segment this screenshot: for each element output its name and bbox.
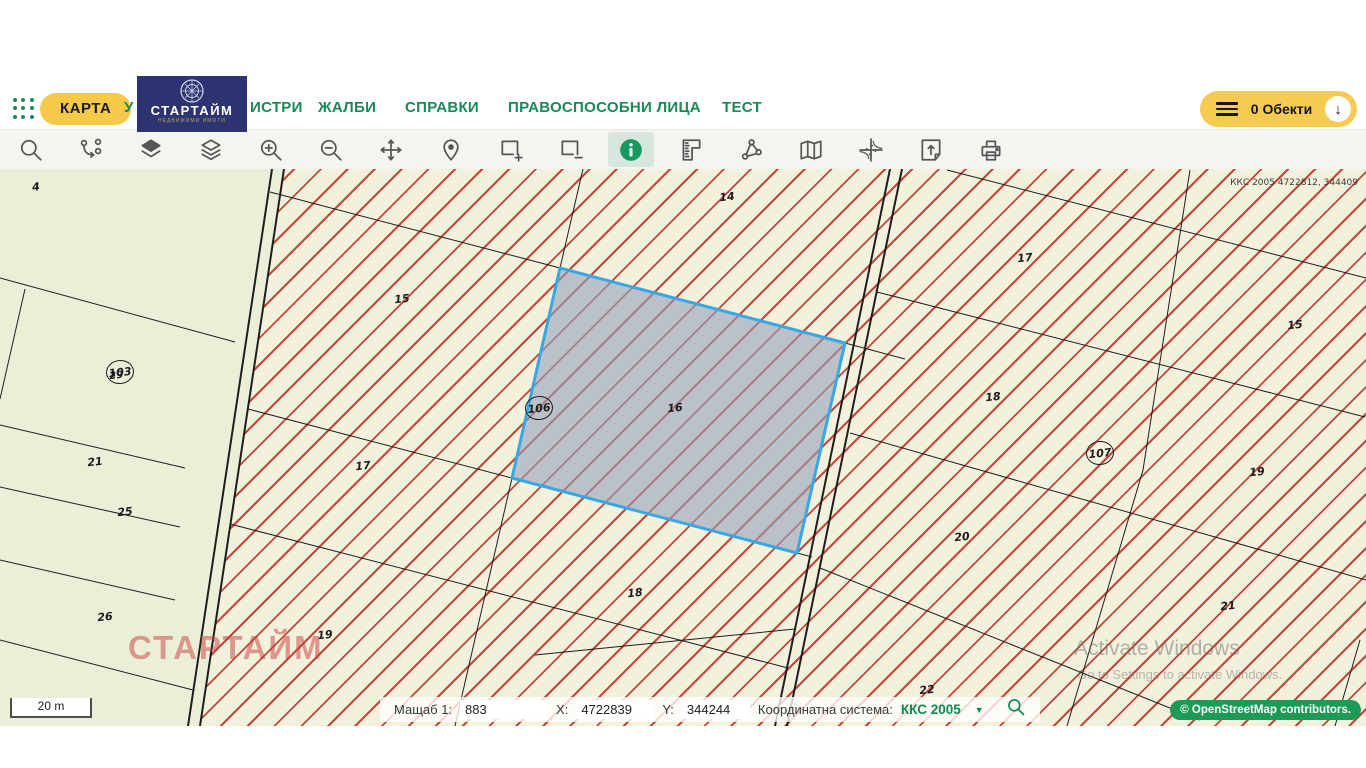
gis-application: КАРТА У ИСТРИ ЖАЛБИ СПРАВКИ ПРАВОСПОСОБНИ ЛИ…: [0, 0, 1366, 768]
parcel-label: 4: [32, 180, 41, 194]
info-tool-icon[interactable]: [608, 132, 654, 167]
parcel-sublabel: 29: [109, 370, 124, 382]
parcel-line: [560, 169, 583, 268]
nav-item-2[interactable]: ЖАЛБИ: [318, 99, 376, 116]
activate-windows-subtext: Go to Settings to activate Windows.: [1077, 667, 1282, 682]
print-icon[interactable]: [968, 132, 1014, 167]
logo-emblem-icon: [179, 78, 205, 104]
parcel-line: [270, 192, 560, 268]
parcel-line: [455, 478, 512, 726]
parcel-label: 25: [117, 505, 134, 520]
parcel-label: 17: [355, 459, 372, 474]
scale-input[interactable]: [460, 700, 548, 719]
objects-pill[interactable]: 0 Обекти ↓: [1200, 91, 1357, 127]
locate-pin-icon[interactable]: [428, 132, 474, 167]
parcel-line: [1143, 170, 1190, 470]
measure-area-icon[interactable]: [728, 132, 774, 167]
logo-title: СТАРТАЙМ: [151, 104, 234, 118]
map-canvas[interactable]: 4141517151032910616181710721252026182119…: [0, 169, 1366, 726]
y-label: Y:: [662, 702, 674, 717]
parcel-line: [877, 292, 1365, 417]
scale-label: Мащаб 1:: [394, 702, 452, 717]
parcel-line: [0, 487, 180, 527]
activate-windows-watermark: Activate Windows: [1074, 637, 1240, 661]
parcel-label: 18: [985, 390, 1002, 405]
top-navbar: КАРТА У ИСТРИ ЖАЛБИ СПРАВКИ ПРАВОСПОСОБНИ ЛИ…: [0, 88, 1366, 130]
y-coordinate-input[interactable]: [682, 700, 750, 719]
nav-item-1[interactable]: ИСТРИ: [250, 99, 303, 116]
parcel-label: 22: [919, 683, 936, 698]
parcel-label: 18: [627, 586, 644, 601]
parcel-label: 26: [97, 610, 114, 625]
objects-count-label: 0 Обекти: [1238, 101, 1325, 117]
zoom-window-out-icon[interactable]: [548, 132, 594, 167]
layers-icon[interactable]: [188, 132, 234, 167]
map-tab-button[interactable]: КАРТА: [40, 93, 131, 125]
zoom-out-icon[interactable]: [308, 132, 354, 167]
parcel-line: [0, 278, 235, 342]
nav-item-3[interactable]: СПРАВКИ: [405, 99, 479, 116]
parcel-line: [0, 289, 25, 399]
parcel-line: [0, 560, 175, 600]
coordinate-search-icon[interactable]: [1006, 697, 1026, 722]
parcel-label: 19: [1249, 465, 1266, 480]
logo-tagline: НЕДВИЖИМИ ИМОТИ: [158, 118, 226, 125]
parcel-line: [845, 343, 905, 359]
download-arrow-icon[interactable]: ↓: [1325, 96, 1351, 122]
map-sheet-icon[interactable]: [788, 132, 834, 167]
parcel-label: 17: [1017, 251, 1034, 266]
crs-dropdown-caret-icon[interactable]: ▼: [975, 705, 984, 715]
nav-item-5[interactable]: ТЕСТ: [722, 99, 762, 116]
parcel-label: 21: [1220, 599, 1237, 614]
select-features-icon[interactable]: [68, 132, 114, 167]
menu-icon[interactable]: [1216, 102, 1238, 116]
parcel-line: [248, 409, 512, 478]
x-coordinate-input[interactable]: [576, 700, 654, 719]
zoom-in-icon[interactable]: [248, 132, 294, 167]
zoom-window-in-icon[interactable]: [488, 132, 534, 167]
osm-attribution: © OpenStreetMap contributors.: [1170, 700, 1361, 720]
apps-grid-icon[interactable]: [13, 98, 35, 120]
parcel-line: [1067, 470, 1143, 726]
basemaps-icon[interactable]: [128, 132, 174, 167]
crs-select[interactable]: ККС 2005: [901, 702, 961, 717]
parcel-label: 21: [87, 455, 104, 470]
parcel-label: 15: [1287, 318, 1304, 333]
crs-label: Координатна система:: [758, 702, 893, 717]
startime-logo: СТАРТАЙМ НЕДВИЖИМИ ИМОТИ: [137, 76, 247, 132]
parcel-label: 14: [719, 190, 736, 205]
parcel-label: 20: [954, 530, 971, 545]
measure-icon[interactable]: [668, 132, 714, 167]
map-toolbar: [0, 130, 1366, 169]
parcel-label: 15: [394, 292, 411, 307]
search-tool-icon[interactable]: [8, 132, 54, 167]
startime-watermark: СТАРТАЙМ: [128, 629, 324, 667]
pan-icon[interactable]: [368, 132, 414, 167]
parcel-line: [535, 629, 795, 655]
nav-item-0[interactable]: У: [124, 99, 134, 116]
parcel-label: 16: [667, 401, 684, 416]
export-icon[interactable]: [908, 132, 954, 167]
map-statusbar: Мащаб 1: X: Y: Координатна система: ККС …: [380, 697, 1040, 722]
x-label: X:: [556, 702, 568, 717]
scale-bar: 20 m: [10, 698, 92, 718]
map-corner-coordinates: ККС 2005 4722812, 344409: [1230, 178, 1358, 188]
coordinates-icon[interactable]: [848, 132, 894, 167]
nav-item-4[interactable]: ПРАВОСПОСОБНИ ЛИЦА: [508, 99, 701, 116]
